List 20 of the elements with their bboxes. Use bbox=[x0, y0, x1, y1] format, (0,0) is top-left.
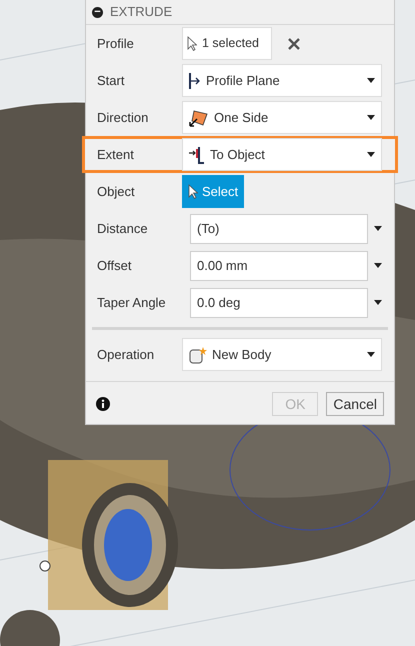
panel-title: EXTRUDE bbox=[110, 3, 172, 22]
input-field[interactable]: 0.00 mm bbox=[190, 250, 368, 280]
dropdown[interactable]: One Side bbox=[182, 101, 382, 134]
field-label: Extent bbox=[97, 146, 135, 164]
dropdown[interactable]: To Object bbox=[182, 138, 382, 171]
cancel-button[interactable]: Cancel bbox=[326, 392, 384, 416]
collapse-button[interactable]: − bbox=[92, 6, 103, 18]
selection-button[interactable]: 1 selected bbox=[182, 27, 272, 60]
field-label: Profile bbox=[97, 34, 135, 53]
field-label: Operation bbox=[97, 346, 156, 364]
input-field[interactable]: (To) bbox=[190, 214, 368, 244]
field-label: Direction bbox=[97, 108, 150, 127]
field-label: Start bbox=[97, 72, 126, 90]
dropdown[interactable]: New Body bbox=[182, 338, 382, 371]
input-field[interactable]: 0.0 deg bbox=[190, 288, 368, 318]
field-label: Offset bbox=[97, 256, 132, 275]
dropdown[interactable]: Profile Plane bbox=[182, 64, 382, 97]
field-label: Object bbox=[97, 182, 136, 201]
field-label: Taper Angle bbox=[97, 294, 167, 312]
field-label: Distance bbox=[97, 220, 149, 238]
